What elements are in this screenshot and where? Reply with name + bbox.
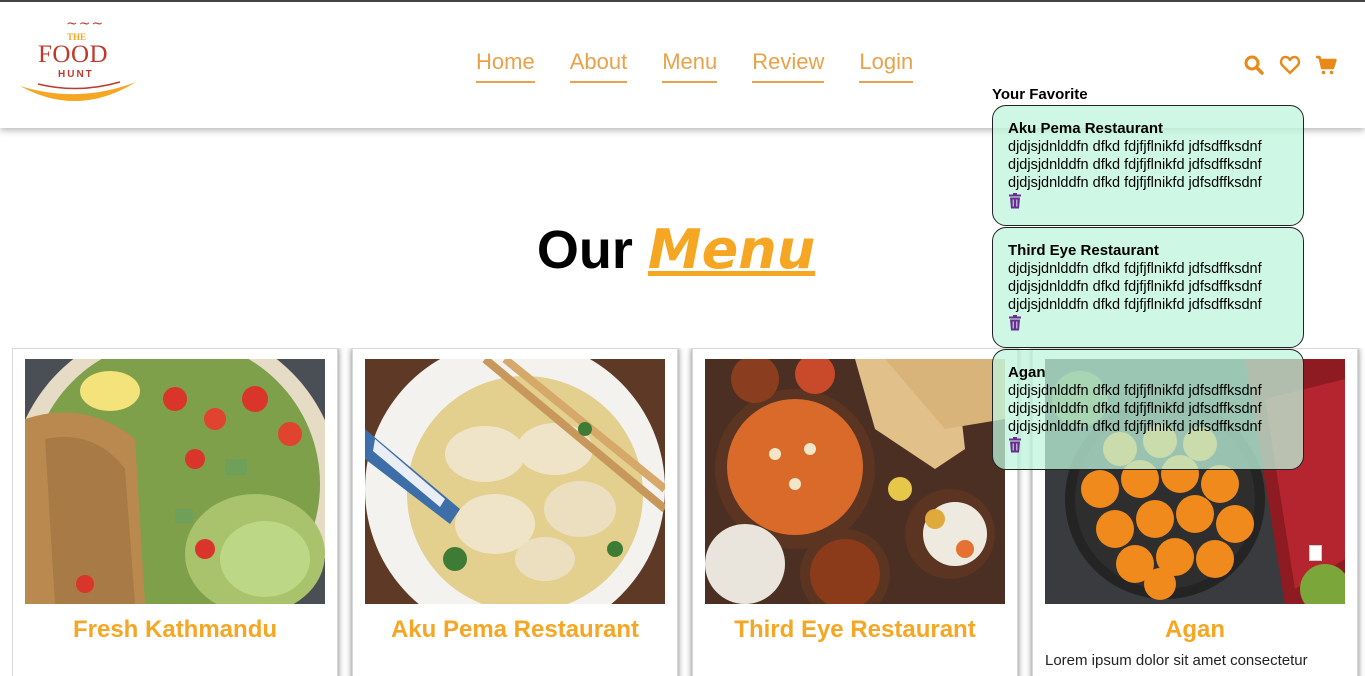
favorite-item[interactable]: Agan djdjsjdnlddfn dfkd fdjfjflnikfd jdf…	[992, 349, 1304, 470]
menu-card-title: Fresh Kathmandu	[72, 616, 278, 643]
main-nav: Home About Menu Review Login	[476, 49, 914, 83]
favorites-panel: Your Favorite Aku Pema Restaurant djdjsj…	[992, 86, 1312, 471]
menu-card-title: Third Eye Restaurant	[734, 616, 976, 643]
menu-card-title: Aku Pema Restaurant	[390, 616, 640, 643]
trash-icon[interactable]	[1008, 193, 1022, 209]
nav-menu-link[interactable]: Menu	[662, 49, 718, 83]
favorite-text: djdjsjdnlddfn dfkd fdjfjflnikfd jdfsdffk…	[1008, 261, 1262, 313]
favorite-item[interactable]: Aku Pema Restaurant djdjsjdnlddfn dfkd f…	[992, 105, 1304, 226]
heading-plain: Our	[536, 220, 633, 280]
trash-icon[interactable]	[1008, 315, 1022, 331]
nav-about-link[interactable]: About	[569, 49, 628, 83]
favorite-item[interactable]: Third Eye Restaurant djdjsjdnlddfn dfkd …	[992, 227, 1304, 348]
favorite-title: Aku Pema Restaurant	[1008, 120, 1164, 137]
menu-card[interactable]: Third Eye Restaurant	[692, 348, 1018, 676]
favorite-title: Third Eye Restaurant	[1008, 242, 1159, 259]
menu-card-image	[365, 359, 665, 604]
steam-icon: ~~~	[66, 16, 105, 32]
menu-card[interactable]: Fresh Kathmandu	[12, 348, 338, 676]
menu-card-description: Lorem ipsum dolor sit amet consectetur	[1045, 652, 1308, 669]
nav-login-link[interactable]: Login	[859, 49, 914, 83]
logo-food-text: FOOD	[38, 41, 109, 68]
carousel-scroll-handle[interactable]	[1309, 545, 1322, 561]
favorites-heading: Your Favorite	[992, 86, 1088, 103]
cart-icon[interactable]	[1315, 54, 1337, 76]
menu-card-image	[705, 359, 1005, 604]
favorite-text: djdjsjdnlddfn dfkd fdjfjflnikfd jdfsdffk…	[1008, 139, 1262, 191]
food-hunt-logo[interactable]: ~~~ THE FOOD HUNT	[16, 16, 140, 106]
logo-bowl-icon	[20, 81, 136, 102]
favorite-text: djdjsjdnlddfn dfkd fdjfjflnikfd jdfsdffk…	[1008, 383, 1262, 435]
search-icon[interactable]	[1243, 54, 1265, 76]
nav-home-link[interactable]: Home	[476, 49, 535, 83]
menu-card-image	[25, 359, 325, 604]
nav-review-link[interactable]: Review	[752, 49, 825, 83]
trash-icon[interactable]	[1008, 437, 1022, 453]
menu-card[interactable]: Aku Pema Restaurant	[352, 348, 678, 676]
favorite-title: Agan	[1008, 364, 1046, 381]
heart-icon[interactable]	[1279, 54, 1301, 76]
menu-card-title: Agan	[1165, 616, 1225, 643]
heading-accent: Menu	[647, 218, 816, 281]
header-actions	[1243, 54, 1337, 76]
